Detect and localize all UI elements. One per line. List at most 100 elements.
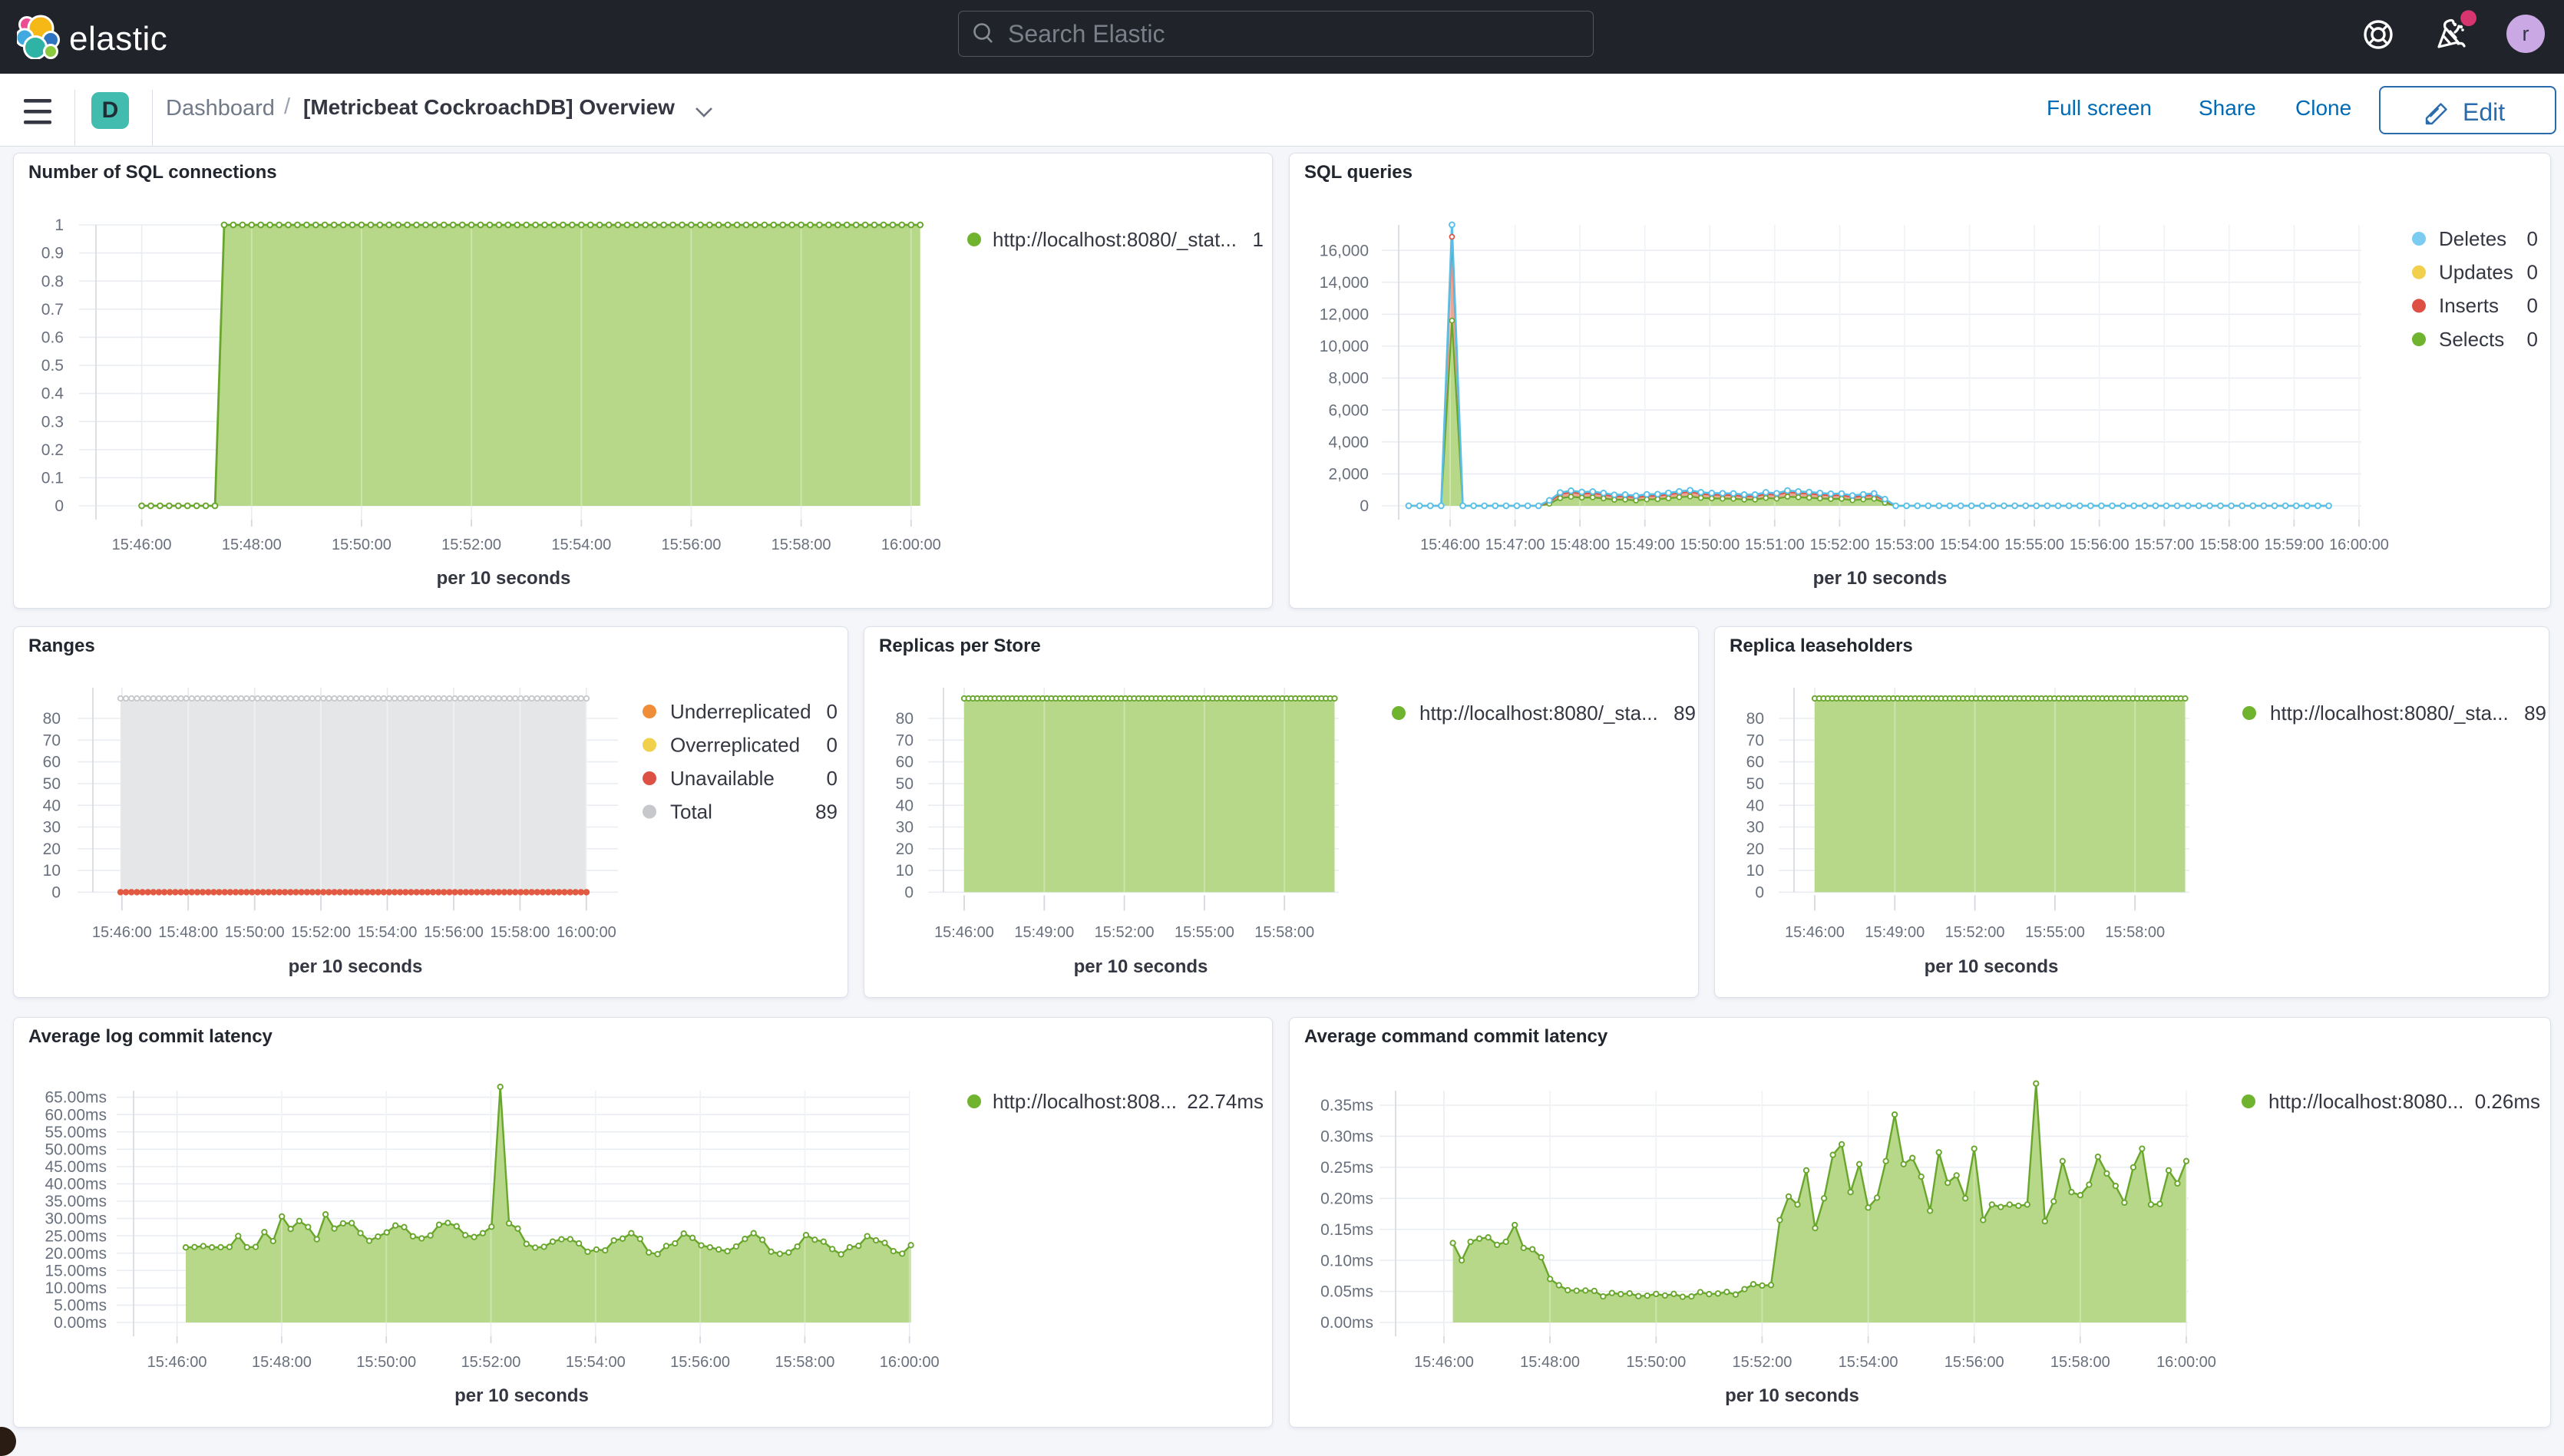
svg-text:5.00ms: 5.00ms <box>54 1297 107 1315</box>
svg-text:80: 80 <box>1746 710 1764 728</box>
svg-text:Selects: Selects <box>2439 328 2504 351</box>
svg-text:30.00ms: 30.00ms <box>45 1210 107 1228</box>
svg-text:60: 60 <box>896 754 914 771</box>
svg-text:80: 80 <box>43 710 61 728</box>
svg-text:0.30ms: 0.30ms <box>1320 1128 1373 1146</box>
svg-text:30: 30 <box>896 819 914 837</box>
svg-text:40: 40 <box>896 797 914 814</box>
svg-text:0: 0 <box>2527 328 2538 351</box>
svg-text:0.25ms: 0.25ms <box>1320 1159 1373 1177</box>
svg-text:45.00ms: 45.00ms <box>45 1158 107 1176</box>
svg-text:15:51:00: 15:51:00 <box>1745 537 1805 553</box>
svg-text:50.00ms: 50.00ms <box>45 1141 107 1158</box>
svg-text:15:48:00: 15:48:00 <box>1550 537 1610 553</box>
svg-text:0.5: 0.5 <box>41 357 64 375</box>
svg-text:40.00ms: 40.00ms <box>45 1176 107 1194</box>
svg-text:0: 0 <box>2527 227 2538 250</box>
svg-text:15:55:00: 15:55:00 <box>1175 924 1234 941</box>
svg-text:Updates: Updates <box>2439 261 2513 284</box>
svg-text:Deletes: Deletes <box>2439 227 2506 250</box>
svg-text:15:46:00: 15:46:00 <box>934 924 994 941</box>
svg-text:20: 20 <box>43 840 61 858</box>
svg-text:per 10 seconds: per 10 seconds <box>1925 956 2059 977</box>
svg-text:4,000: 4,000 <box>1328 434 1369 451</box>
svg-text:15:58:00: 15:58:00 <box>775 1354 834 1371</box>
svg-text:15:54:00: 15:54:00 <box>566 1354 626 1371</box>
svg-text:per 10 seconds: per 10 seconds <box>1813 568 1948 589</box>
svg-text:15:56:00: 15:56:00 <box>670 1354 730 1371</box>
svg-text:15:46:00: 15:46:00 <box>1785 924 1845 941</box>
svg-text:22.74ms: 22.74ms <box>1187 1090 1264 1113</box>
svg-text:25.00ms: 25.00ms <box>45 1227 107 1245</box>
svg-text:http://localhost:8080...: http://localhost:8080... <box>2268 1090 2463 1113</box>
svg-text:http://localhost:8080/_sta...: http://localhost:8080/_sta... <box>2270 702 2509 725</box>
svg-text:50: 50 <box>896 775 914 793</box>
svg-text:15:56:00: 15:56:00 <box>661 537 721 553</box>
svg-text:0.8: 0.8 <box>41 272 64 290</box>
svg-text:15:54:00: 15:54:00 <box>1839 1354 1898 1371</box>
svg-text:35.00ms: 35.00ms <box>45 1193 107 1210</box>
svg-text:0.00ms: 0.00ms <box>1320 1314 1373 1332</box>
svg-text:0: 0 <box>827 733 838 756</box>
svg-text:0.2: 0.2 <box>41 441 64 459</box>
svg-text:10: 10 <box>896 862 914 880</box>
svg-text:10,000: 10,000 <box>1320 338 1369 355</box>
svg-text:0.10ms: 0.10ms <box>1320 1252 1373 1269</box>
svg-text:15:52:00: 15:52:00 <box>441 537 501 553</box>
svg-text:40: 40 <box>43 797 61 814</box>
svg-text:16:00:00: 16:00:00 <box>2156 1354 2216 1371</box>
svg-text:0.9: 0.9 <box>41 245 64 262</box>
svg-text:0.7: 0.7 <box>41 301 64 319</box>
svg-text:15:52:00: 15:52:00 <box>1732 1354 1792 1371</box>
svg-text:0: 0 <box>55 497 64 515</box>
svg-text:0: 0 <box>904 884 914 902</box>
svg-text:15:52:00: 15:52:00 <box>1945 924 2005 941</box>
svg-text:80: 80 <box>896 710 914 728</box>
svg-text:14,000: 14,000 <box>1320 274 1369 292</box>
svg-text:Total: Total <box>670 800 712 823</box>
svg-text:15:56:00: 15:56:00 <box>1944 1354 2004 1371</box>
svg-text:15:52:00: 15:52:00 <box>1809 537 1869 553</box>
svg-text:15.00ms: 15.00ms <box>45 1262 107 1279</box>
svg-text:1: 1 <box>1253 228 1264 251</box>
svg-text:1: 1 <box>55 216 64 234</box>
svg-text:0.15ms: 0.15ms <box>1320 1221 1373 1239</box>
svg-text:Inserts: Inserts <box>2439 294 2499 317</box>
svg-text:55.00ms: 55.00ms <box>45 1124 107 1141</box>
svg-text:70: 70 <box>43 731 61 749</box>
svg-text:15:58:00: 15:58:00 <box>2199 537 2259 553</box>
svg-text:16,000: 16,000 <box>1320 242 1369 259</box>
svg-text:http://localhost:808...: http://localhost:808... <box>993 1090 1177 1113</box>
svg-text:0.35ms: 0.35ms <box>1320 1097 1373 1114</box>
svg-text:20: 20 <box>896 840 914 858</box>
svg-text:15:46:00: 15:46:00 <box>147 1354 207 1371</box>
svg-text:60.00ms: 60.00ms <box>45 1106 107 1124</box>
svg-text:15:54:00: 15:54:00 <box>1940 537 2000 553</box>
svg-text:15:58:00: 15:58:00 <box>772 537 831 553</box>
svg-text:16:00:00: 16:00:00 <box>880 1354 940 1371</box>
svg-text:15:48:00: 15:48:00 <box>1520 1354 1580 1371</box>
svg-text:15:47:00: 15:47:00 <box>1485 537 1545 553</box>
svg-text:16:00:00: 16:00:00 <box>2329 537 2389 553</box>
svg-text:15:52:00: 15:52:00 <box>291 924 351 941</box>
svg-text:Overreplicated: Overreplicated <box>670 733 800 756</box>
svg-text:15:50:00: 15:50:00 <box>1680 537 1740 553</box>
svg-text:40: 40 <box>1746 797 1764 814</box>
svg-text:15:55:00: 15:55:00 <box>2004 537 2064 553</box>
svg-text:15:50:00: 15:50:00 <box>332 537 392 553</box>
svg-text:50: 50 <box>1746 775 1764 793</box>
svg-text:0: 0 <box>1755 884 1764 902</box>
svg-text:15:55:00: 15:55:00 <box>2025 924 2085 941</box>
svg-text:15:56:00: 15:56:00 <box>424 924 484 941</box>
svg-text:89: 89 <box>815 800 838 823</box>
svg-text:0.1: 0.1 <box>41 470 64 487</box>
svg-text:15:46:00: 15:46:00 <box>92 924 152 941</box>
svg-text:15:58:00: 15:58:00 <box>490 924 550 941</box>
svg-text:0: 0 <box>2527 261 2538 284</box>
svg-text:15:53:00: 15:53:00 <box>1875 537 1935 553</box>
svg-text:89: 89 <box>2524 702 2546 725</box>
svg-text:89: 89 <box>1674 702 1696 725</box>
svg-text:15:48:00: 15:48:00 <box>222 537 282 553</box>
svg-text:0.20ms: 0.20ms <box>1320 1190 1373 1207</box>
svg-text:0.3: 0.3 <box>41 413 64 431</box>
